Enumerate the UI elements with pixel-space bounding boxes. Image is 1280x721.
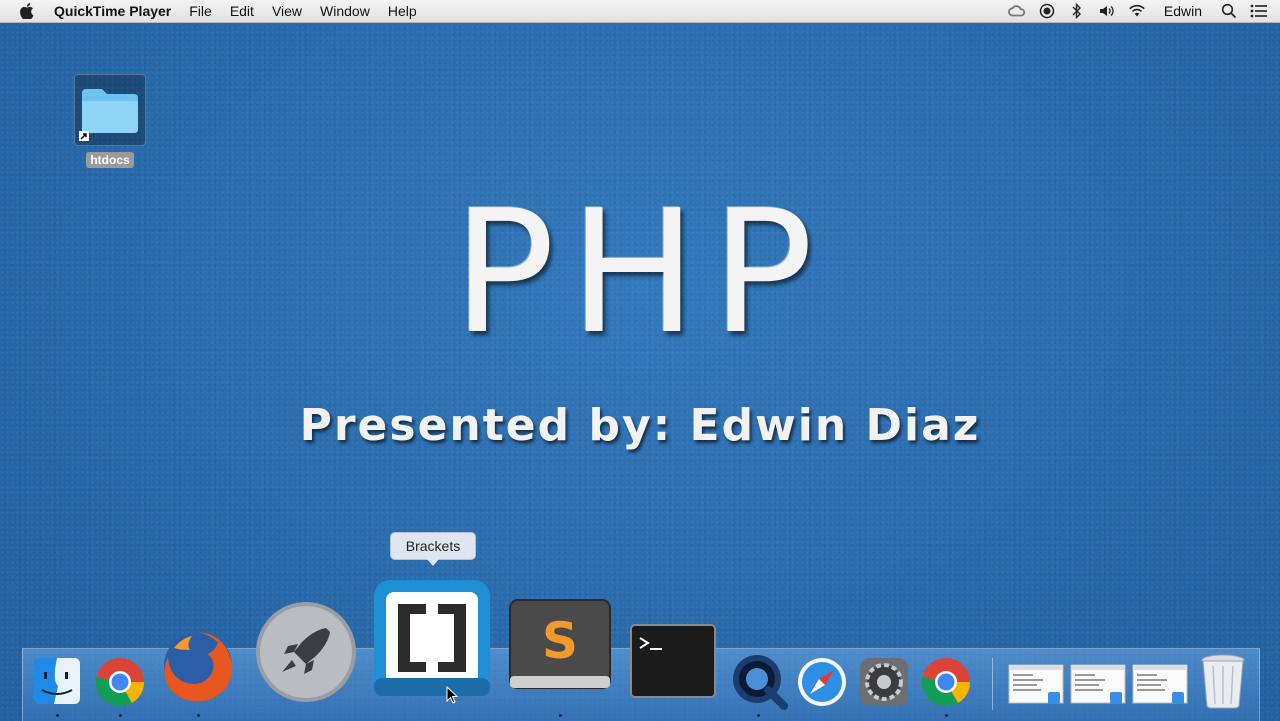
running-indicator [197,714,200,717]
quicktime-icon [733,655,788,710]
dock-terminal[interactable] [630,624,716,703]
safari-icon [798,658,846,706]
trash-icon [1201,654,1245,709]
dock-trash[interactable] [1198,652,1248,715]
chrome-icon [921,658,971,707]
terminal-icon [630,624,716,698]
menu-file[interactable]: File [180,0,221,22]
dock-finder[interactable] [32,656,82,711]
running-indicator [56,714,59,717]
menu-view[interactable]: View [263,0,311,22]
dock-firefox[interactable] [156,624,240,713]
bluetooth-icon[interactable] [1068,2,1086,20]
menu-edit[interactable]: Edit [221,0,263,22]
dock-launchpad[interactable] [254,600,358,709]
dock-minimized-window-3[interactable] [1132,664,1188,711]
dock-chrome[interactable] [94,656,146,713]
mouse-cursor-icon [446,685,459,709]
gear-icon [860,658,908,706]
desktop-icon-label: htdocs [86,152,134,168]
user-name[interactable]: Edwin [1158,3,1208,19]
dock-chrome-2[interactable] [920,656,972,713]
menu-app-name[interactable]: QuickTime Player [54,0,180,22]
dock-minimized-window-2[interactable] [1070,664,1126,711]
dock-sublime-text[interactable]: S [506,596,614,701]
dock-brackets[interactable] [372,578,492,703]
folder-icon [74,74,146,146]
dock-system-preferences[interactable] [858,656,910,713]
dock-safari[interactable] [796,656,848,713]
volume-icon[interactable] [1098,2,1116,20]
svg-text:S: S [542,612,578,670]
running-indicator [757,714,760,717]
dock-quicktime[interactable] [730,652,788,715]
firefox-icon [164,632,233,702]
menu-window[interactable]: Window [311,0,379,22]
window-thumbnail-icon [1008,664,1064,704]
window-thumbnail-icon [1070,664,1126,704]
creative-cloud-icon[interactable] [1007,2,1026,20]
running-indicator [945,714,948,717]
search-icon[interactable] [1220,2,1238,20]
desktop-folder-htdocs[interactable]: htdocs [74,74,146,169]
dock-minimized-window-1[interactable] [1008,664,1064,711]
wifi-icon[interactable] [1128,2,1146,20]
menu-help[interactable]: Help [379,0,426,22]
slide-title: PHP [452,174,828,372]
record-icon[interactable] [1038,2,1056,20]
rocket-icon [256,602,356,702]
slide-subtitle: Presented by: Edwin Diaz [299,400,981,451]
running-indicator [119,714,122,717]
alias-arrow-icon [79,131,89,141]
finder-icon [34,658,80,704]
notification-center-icon[interactable] [1250,2,1268,20]
menu-bar: QuickTime Player File Edit View Window H… [0,0,1280,23]
running-indicator [559,714,562,717]
dock-separator [992,658,993,710]
chrome-icon [95,658,145,707]
apple-menu-icon[interactable] [18,2,36,20]
dock-tooltip: Brackets [390,532,476,566]
window-thumbnail-icon [1132,664,1188,704]
sublime-text-icon: S [509,599,611,689]
brackets-icon [374,580,490,696]
